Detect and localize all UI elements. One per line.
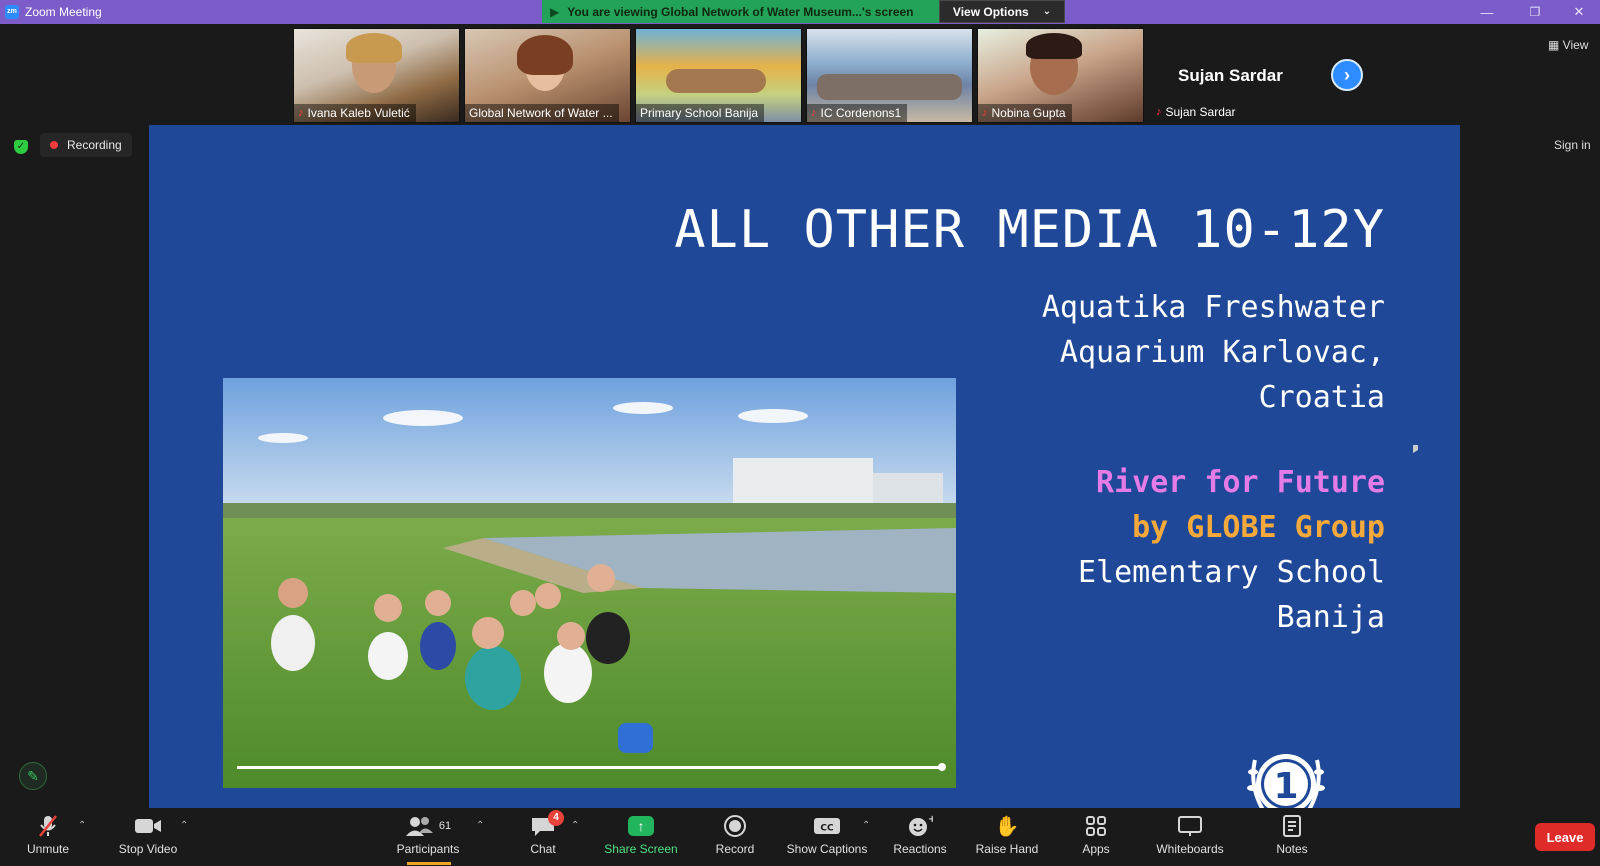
hand-icon: ✋ <box>994 815 1020 838</box>
chat-bubble-icon: 4 <box>530 810 564 840</box>
view-options-button[interactable]: View Options ⌄ <box>939 0 1065 23</box>
hair-shape <box>346 33 402 63</box>
hair-shape <box>517 35 573 75</box>
video-options-chevron[interactable]: ⌃ <box>180 820 188 831</box>
participant-display-name: Sujan Sardar <box>1178 66 1283 85</box>
mic-off-icon <box>37 812 59 840</box>
venue-line: Croatia <box>1258 380 1385 415</box>
audio-options-chevron[interactable]: ⌃ <box>78 820 86 831</box>
svg-text:+: + <box>928 814 933 825</box>
unmute-button[interactable]: Unmute <box>22 812 74 862</box>
participant-tile[interactable]: Primary School Banija <box>635 28 802 123</box>
mic-off-icon: ♪ <box>811 107 817 119</box>
participants-options-chevron[interactable]: ⌃ <box>476 820 484 831</box>
river-group-photo <box>223 378 956 788</box>
participant-tile[interactable]: ♪ IC Cordenons1 <box>806 28 973 123</box>
participant-name-label: Global Network of Water ... <box>465 104 619 122</box>
participant-tile[interactable]: Global Network of Water ... <box>464 28 631 123</box>
stop-video-button[interactable]: Stop Video <box>113 812 183 862</box>
chevron-down-icon: ⌄ <box>1042 6 1052 17</box>
recording-indicator[interactable]: Recording <box>40 133 132 157</box>
record-dot-icon <box>50 141 58 149</box>
participants-button[interactable]: 61 Participants <box>392 812 464 862</box>
slide-title: ALL OTHER MEDIA 10-12Y <box>674 200 1385 260</box>
participants-active-underline <box>407 862 451 865</box>
cc-icon: CC <box>813 812 841 840</box>
whiteboard-icon <box>1177 812 1203 840</box>
share-arrow-icon: ↑ <box>628 812 654 840</box>
record-icon <box>723 812 747 840</box>
pencil-icon[interactable]: ✎ <box>19 762 47 790</box>
close-button[interactable]: ✕ <box>1555 0 1600 24</box>
video-camera-icon <box>134 812 162 840</box>
zoom-logo-icon: zm <box>5 5 19 19</box>
reactions-button[interactable]: + Reactions <box>890 812 950 862</box>
project-title: River for Future <box>1096 465 1385 500</box>
venue-line: Aquarium Karlovac, <box>1059 335 1385 370</box>
whiteboards-button[interactable]: Whiteboards <box>1152 812 1228 862</box>
hair-shape <box>1026 33 1082 59</box>
venue-line: Aquatika Freshwater <box>1041 290 1385 325</box>
svg-text:CC: CC <box>820 824 834 834</box>
participant-name-label: ♪ Nobina Gupta <box>978 104 1072 122</box>
view-options-label: View Options <box>952 4 1029 19</box>
shared-screen-slide: ALL OTHER MEDIA 10-12Y Aquatika Freshwat… <box>149 125 1460 808</box>
smile-plus-icon: + <box>907 812 933 840</box>
leave-button[interactable]: Leave <box>1535 823 1595 851</box>
chat-button[interactable]: 4 Chat <box>525 810 564 862</box>
classroom-group <box>817 74 962 100</box>
screen-share-banner: ▶ You are viewing Global Network of Wate… <box>542 0 939 23</box>
participant-name-label: ♪ Sujan Sardar <box>1156 105 1236 119</box>
participant-name-label: ♪ IC Cordenons1 <box>807 104 908 122</box>
view-button[interactable]: ▦ View <box>1548 38 1588 52</box>
chat-unread-badge: 4 <box>548 810 564 826</box>
share-screen-button[interactable]: ↑ Share Screen <box>601 812 681 862</box>
participant-name-label: Primary School Banija <box>636 104 765 122</box>
slide-venue: Aquatika Freshwater Aquarium Karlovac, C… <box>1042 285 1385 420</box>
participant-name-label: ♪ Ivana Kaleb Vuletić <box>294 104 416 122</box>
apps-icon <box>1085 812 1107 840</box>
school-line: Elementary School <box>1077 555 1385 590</box>
restore-button[interactable]: ❐ <box>1511 0 1559 24</box>
mic-off-icon: ♪ <box>1156 106 1162 118</box>
people-icon: 61 <box>405 812 451 840</box>
show-captions-button[interactable]: CC Show Captions <box>784 812 870 862</box>
badge-number: 1 <box>1273 766 1298 807</box>
raise-hand-button[interactable]: ✋ Raise Hand <box>975 812 1039 862</box>
participant-tile[interactable]: ♪ Nobina Gupta <box>977 28 1144 123</box>
captions-options-chevron[interactable]: ⌃ <box>862 820 870 831</box>
record-button[interactable]: Record <box>712 812 758 862</box>
grid-icon: ▦ <box>1548 38 1563 52</box>
mouse-cursor-icon <box>1413 445 1419 453</box>
apps-button[interactable]: Apps <box>1080 812 1112 862</box>
participant-tile[interactable]: Sujan Sardar ♪ Sujan Sardar <box>1148 28 1318 123</box>
window-title: Zoom Meeting <box>25 5 102 19</box>
school-line: Banija <box>1276 600 1385 635</box>
notes-button[interactable]: Notes <box>1273 812 1311 862</box>
chat-options-chevron[interactable]: ⌃ <box>571 820 579 831</box>
recording-label: Recording <box>67 138 122 152</box>
classroom-group <box>666 69 766 93</box>
chevron-right-icon: › <box>1344 64 1350 85</box>
participant-count: 61 <box>438 820 452 832</box>
notes-icon <box>1282 812 1302 840</box>
project-group: by GLOBE Group <box>1132 510 1385 545</box>
banner-text: You are viewing Global Network of Water … <box>567 4 914 19</box>
next-page-button[interactable]: › <box>1331 59 1363 91</box>
first-place-laurel-icon: 1 <box>1247 754 1325 808</box>
slide-project-details: River for Future by GLOBE Group Elementa… <box>1078 460 1385 640</box>
mic-off-icon: ♪ <box>298 107 304 119</box>
mic-off-icon: ♪ <box>982 107 988 119</box>
sign-in-link[interactable]: Sign in <box>1554 138 1591 152</box>
minimize-button[interactable]: — <box>1463 0 1511 24</box>
speaker-icon: ▶ <box>550 4 560 19</box>
slide-photo <box>223 378 956 788</box>
participant-tile[interactable]: ♪ Ivana Kaleb Vuletić <box>293 28 460 123</box>
security-shield-icon[interactable]: ✓ <box>14 140 28 154</box>
